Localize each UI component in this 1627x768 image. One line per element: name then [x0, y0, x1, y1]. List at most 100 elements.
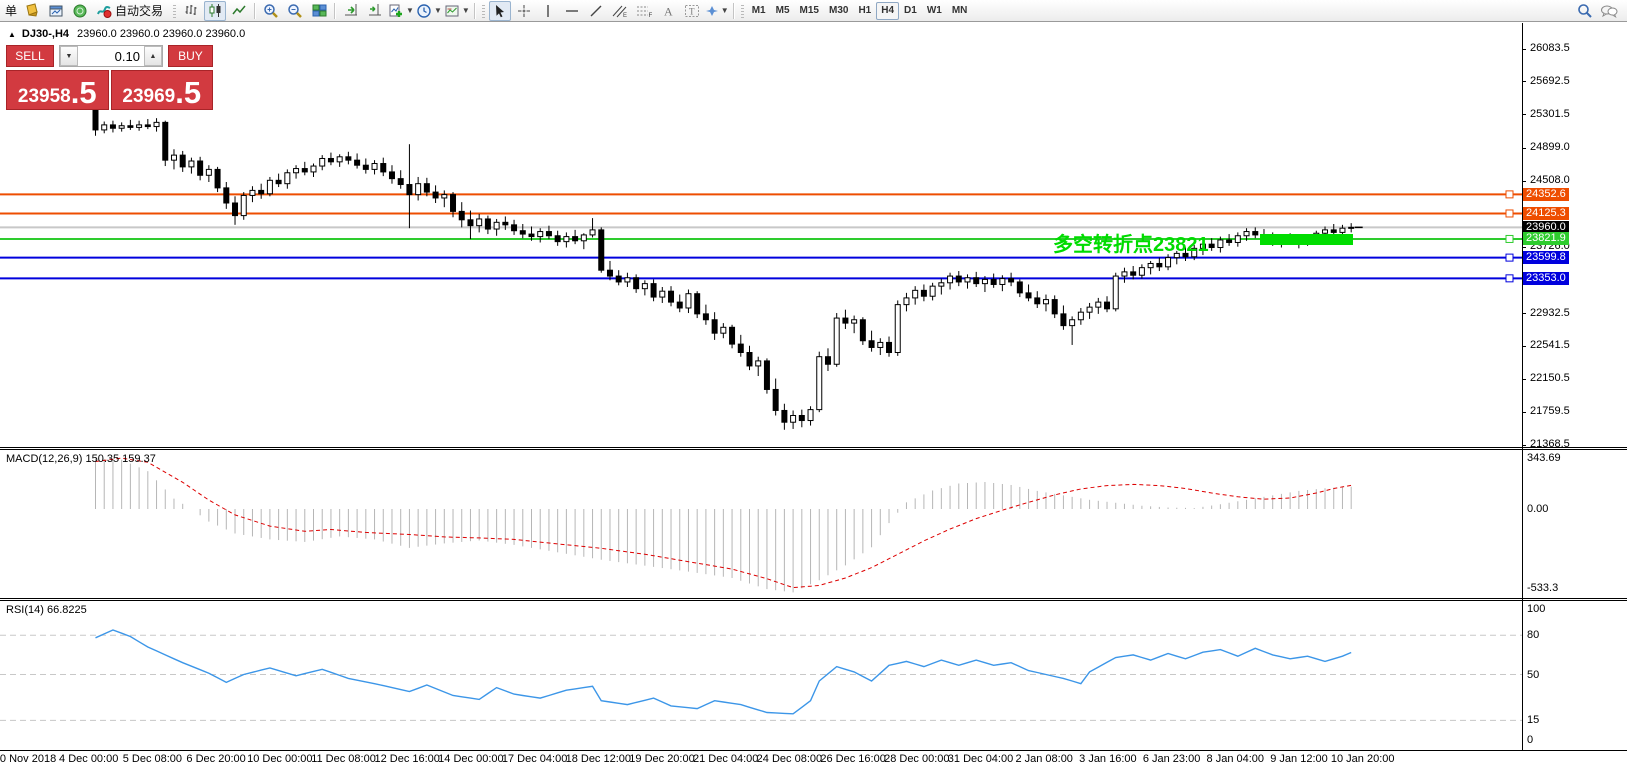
price-level-label[interactable]: 23353.0: [1523, 271, 1569, 285]
buy-price-box[interactable]: 23969 .5: [110, 70, 213, 110]
candle-body: [868, 340, 875, 348]
sell-button[interactable]: SELL: [6, 45, 54, 67]
candle-body: [711, 319, 718, 334]
buy-button[interactable]: BUY: [167, 45, 213, 67]
text-label-tool-icon[interactable]: T: [681, 1, 703, 21]
candle-body: [816, 356, 823, 411]
tf-button-h1[interactable]: H1: [853, 2, 876, 20]
auto-scroll-icon[interactable]: [340, 1, 362, 21]
candle-body: [1217, 239, 1224, 249]
time-axis-label: 21 Dec 04:00: [692, 753, 759, 765]
bar-chart-mode-icon[interactable]: [180, 1, 202, 21]
candle-body: [947, 275, 954, 284]
tf-button-m5[interactable]: M5: [771, 2, 795, 20]
candle-body: [240, 194, 247, 217]
price-tick-mark: [1522, 313, 1526, 315]
market-watch-icon[interactable]: [69, 1, 91, 21]
candle-body: [528, 233, 535, 238]
search-icon[interactable]: [1574, 1, 1596, 21]
candle-body: [101, 124, 108, 131]
toolbar-grip: [481, 3, 485, 18]
arrows-tool-button[interactable]: ▼: [705, 1, 729, 21]
zoom-in-icon[interactable]: [260, 1, 282, 21]
tile-windows-icon[interactable]: [308, 1, 330, 21]
time-axis-label: 9 Jan 12:00: [1270, 753, 1328, 765]
candle-body: [214, 168, 221, 189]
indicators-button[interactable]: ▼: [388, 1, 414, 21]
chart-shift-icon[interactable]: [364, 1, 386, 21]
vertical-line-tool-icon[interactable]: [537, 1, 559, 21]
macd-rsi-separator[interactable]: [0, 598, 1627, 601]
price-tick-mark: [1522, 114, 1526, 116]
candle-body: [1130, 271, 1137, 276]
level-line-handle[interactable]: [1505, 253, 1514, 262]
time-axis-label: 6 Dec 20:00: [186, 753, 246, 765]
candle-body: [641, 283, 648, 290]
new-order-icon[interactable]: [21, 1, 43, 21]
annotation-rectangle[interactable]: [1260, 234, 1353, 245]
collapse-panel-arrow[interactable]: ▲: [8, 30, 16, 39]
crosshair-glyph: [517, 4, 530, 17]
level-line-handle[interactable]: [1505, 209, 1514, 218]
chart-canvas[interactable]: [0, 0, 1522, 750]
price-level-label[interactable]: 24125.3: [1523, 206, 1569, 220]
candle-body: [266, 179, 273, 195]
candle-body: [720, 326, 727, 334]
candle-body: [964, 277, 971, 283]
channel-tool-icon[interactable]: E: [609, 1, 631, 21]
price-level-label[interactable]: 23599.8: [1523, 251, 1569, 265]
level-line-handle[interactable]: [1505, 234, 1514, 243]
trendline-tool-icon[interactable]: [585, 1, 607, 21]
tf-button-h4[interactable]: H4: [876, 1, 900, 20]
candle-body: [319, 157, 326, 167]
rsi-window-label: RSI(14) 66.8225: [6, 604, 87, 616]
candle-body: [1060, 313, 1067, 327]
horizontal-line-tool-icon[interactable]: [561, 1, 583, 21]
candle-body: [258, 189, 265, 195]
text-tool-icon[interactable]: A: [657, 1, 679, 21]
level-line-handle[interactable]: [1505, 190, 1514, 199]
time-axis-border: [0, 750, 1627, 751]
tf-button-m15[interactable]: M15: [795, 2, 824, 20]
candle-body: [484, 218, 491, 230]
main-macd-separator[interactable]: [0, 447, 1627, 450]
candle-body: [807, 409, 814, 422]
tf-button-d1[interactable]: D1: [899, 2, 922, 20]
price-axis-border: [1522, 23, 1523, 750]
candle-body: [1042, 299, 1049, 305]
chat-icon[interactable]: [1598, 1, 1620, 21]
cursor-tool-icon[interactable]: [488, 0, 511, 21]
tf-button-mn[interactable]: MN: [947, 2, 973, 20]
time-axis-label: 31 Dec 04:00: [947, 753, 1014, 765]
candle-body: [519, 230, 526, 235]
volume-input[interactable]: 0.10: [77, 46, 144, 66]
autotrading-button[interactable]: 自动交易: [93, 1, 169, 21]
candle-body: [458, 210, 465, 221]
fibonacci-tool-icon[interactable]: F: [633, 1, 655, 21]
candle-body: [981, 278, 988, 285]
candlestick-mode-icon[interactable]: [204, 0, 227, 21]
zoom-out-icon[interactable]: [284, 1, 306, 21]
sell-price-box[interactable]: 23958 .5: [6, 70, 109, 110]
tf-button-w1[interactable]: W1: [922, 2, 947, 20]
chart-window-icon[interactable]: [45, 1, 67, 21]
candle-body: [223, 187, 230, 204]
macd-window-label: MACD(12,26,9) 150.35 159.37: [6, 453, 156, 465]
templates-button[interactable]: ▼: [444, 1, 470, 21]
chart-annotation-text[interactable]: 多空转折点23821: [1053, 228, 1209, 257]
volume-up-button[interactable]: ▲: [143, 46, 162, 66]
periods-button[interactable]: ▼: [416, 1, 442, 21]
candle-body: [1156, 262, 1163, 268]
one-click-prices-row: 23958 .5 23969 .5: [6, 70, 213, 110]
candle-body: [284, 172, 291, 185]
tf-button-m1[interactable]: M1: [747, 2, 771, 20]
tf-button-m30[interactable]: M30: [824, 2, 853, 20]
price-level-label[interactable]: 23821.9: [1523, 232, 1569, 246]
candle-body: [912, 289, 919, 299]
volume-down-button[interactable]: ▼: [59, 46, 78, 66]
price-level-label[interactable]: 24352.6: [1523, 187, 1569, 201]
level-line-handle[interactable]: [1505, 274, 1514, 283]
line-chart-mode-icon[interactable]: [228, 1, 250, 21]
crosshair-tool-icon[interactable]: [513, 1, 535, 21]
candle-body: [824, 356, 831, 365]
